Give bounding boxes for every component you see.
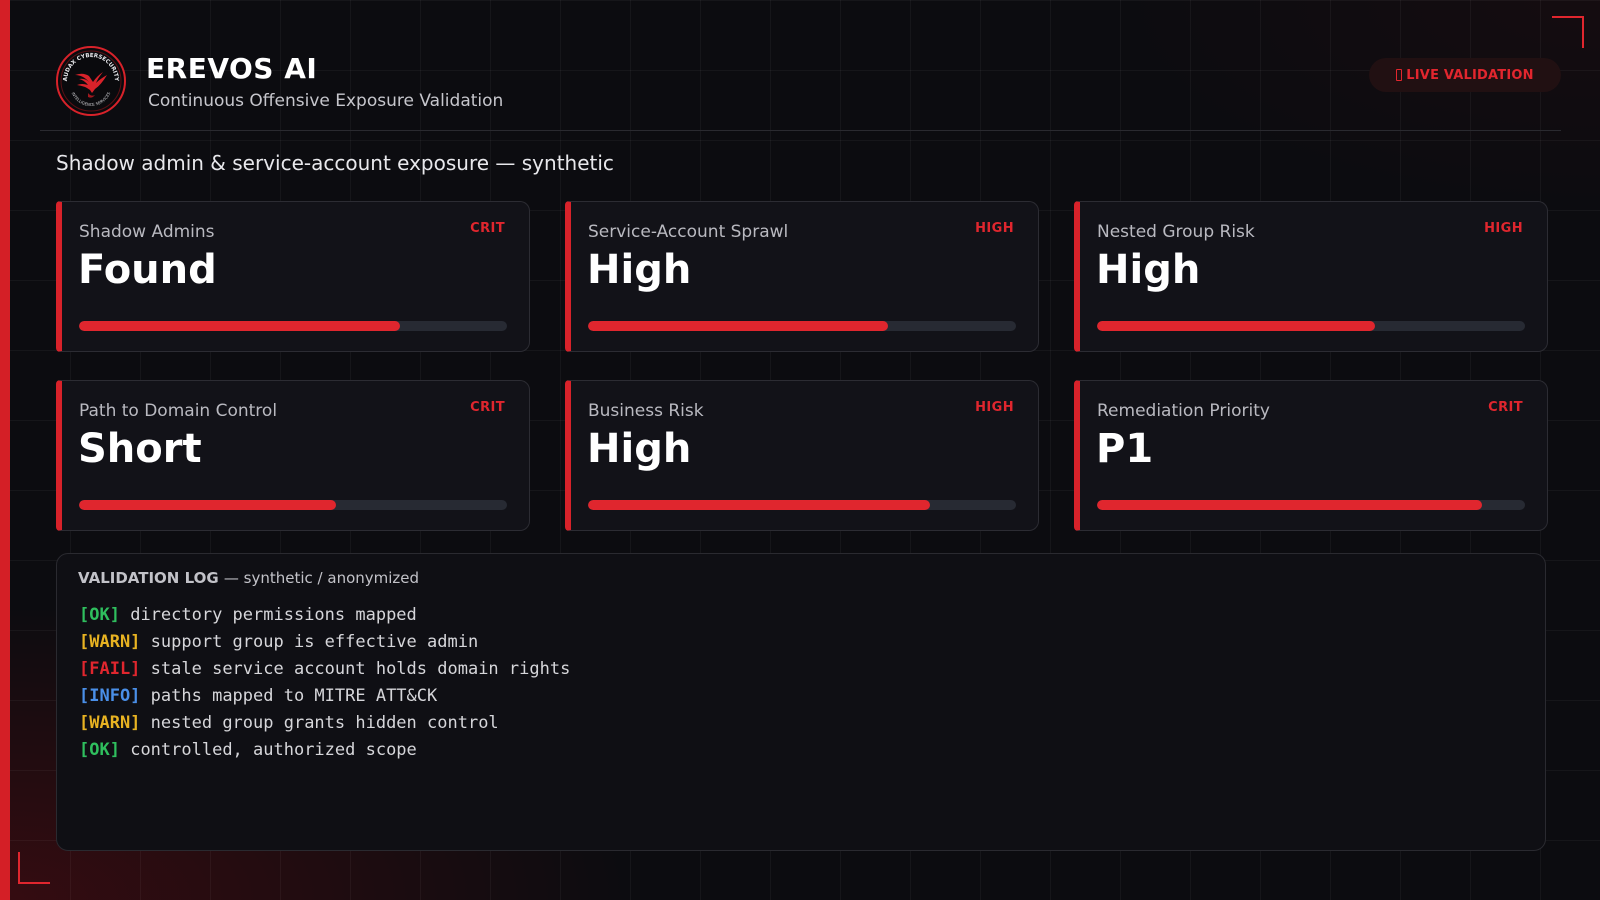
metric-card-shadow-admins: Shadow Admins CRIT Found (56, 201, 530, 352)
risk-bar (79, 321, 507, 331)
metric-card-nested-group-risk: Nested Group Risk HIGH High (1074, 201, 1548, 352)
section-title: Shadow admin & service-account exposure … (56, 151, 614, 175)
metric-card-business-risk: Business Risk HIGH High (565, 380, 1039, 531)
log-tag-ok: [OK] (79, 605, 120, 625)
risk-bar (1097, 321, 1525, 331)
live-indicator-icon (1396, 69, 1403, 81)
log-text: support group is effective admin (150, 632, 479, 652)
card-value: High (587, 247, 692, 293)
header: AUDAX CYBERSECURITY INTELLIGENCE SERVICE… (40, 0, 1561, 131)
log-line: [WARN] nested group grants hidden contro… (79, 710, 570, 737)
left-accent-bar (0, 0, 10, 900)
card-label: Remediation Priority (1097, 401, 1270, 421)
severity-badge: HIGH (975, 221, 1014, 236)
card-label: Shadow Admins (79, 222, 215, 242)
risk-bar-fill (79, 321, 400, 331)
log-title: VALIDATION LOG — synthetic / anonymized (78, 569, 419, 587)
metric-card-path-to-domain-control: Path to Domain Control CRIT Short (56, 380, 530, 531)
metric-card-remediation-priority: Remediation Priority CRIT P1 (1074, 380, 1548, 531)
log-line: [INFO] paths mapped to MITRE ATT&CK (79, 683, 570, 710)
log-tag-warn: [WARN] (79, 632, 141, 652)
log-tag-warn: [WARN] (79, 713, 141, 733)
risk-bar-fill (588, 321, 888, 331)
log-line: [FAIL] stale service account holds domai… (79, 656, 570, 683)
risk-bar (1097, 500, 1525, 510)
card-label: Nested Group Risk (1097, 222, 1255, 242)
risk-bar (588, 321, 1016, 331)
log-line: [OK] directory permissions mapped (79, 602, 570, 629)
risk-bar-fill (588, 500, 931, 510)
live-validation-label: LIVE VALIDATION (1406, 67, 1534, 83)
log-tag-info: [INFO] (79, 686, 141, 706)
severity-badge: CRIT (470, 221, 505, 236)
app-title: EREVOS AI (146, 52, 318, 85)
severity-badge: CRIT (1488, 400, 1523, 415)
app-subtitle: Continuous Offensive Exposure Validation (148, 91, 504, 111)
card-value: P1 (1096, 426, 1154, 472)
severity-badge: HIGH (1484, 221, 1523, 236)
log-lines: [OK] directory permissions mapped [WARN]… (79, 602, 570, 764)
card-label: Business Risk (588, 401, 704, 421)
log-text: stale service account holds domain right… (150, 659, 571, 679)
validation-log-panel: VALIDATION LOG — synthetic / anonymized … (56, 553, 1546, 851)
brand: EREVOS AI Continuous Offensive Exposure … (146, 52, 503, 112)
card-value: Found (78, 247, 217, 293)
corner-bracket-bottom-left (18, 852, 50, 884)
metric-card-service-account-sprawl: Service-Account Sprawl HIGH High (565, 201, 1039, 352)
card-value: High (587, 426, 692, 472)
card-label: Path to Domain Control (79, 401, 278, 421)
log-tag-fail: [FAIL] (79, 659, 141, 679)
log-title-main: VALIDATION LOG (78, 569, 219, 587)
log-text: paths mapped to MITRE ATT&CK (150, 686, 438, 706)
risk-bar (588, 500, 1016, 510)
log-title-suffix: — synthetic / anonymized (223, 569, 420, 587)
eagle-emblem-icon: AUDAX CYBERSECURITY INTELLIGENCE SERVICE… (55, 45, 127, 117)
risk-bar-fill (1097, 321, 1376, 331)
card-value: High (1096, 247, 1201, 293)
log-line: [OK] controlled, authorized scope (79, 737, 570, 764)
severity-badge: HIGH (975, 400, 1014, 415)
log-text: nested group grants hidden control (150, 713, 499, 733)
risk-bar (79, 500, 507, 510)
card-label: Service-Account Sprawl (588, 222, 789, 242)
severity-badge: CRIT (470, 400, 505, 415)
log-line: [WARN] support group is effective admin (79, 629, 570, 656)
risk-bar-fill (79, 500, 336, 510)
card-value: Short (78, 426, 202, 472)
live-validation-badge[interactable]: LIVE VALIDATION (1369, 58, 1561, 92)
log-text: directory permissions mapped (130, 605, 417, 625)
log-tag-ok: [OK] (79, 740, 120, 760)
risk-bar-fill (1097, 500, 1483, 510)
log-text: controlled, authorized scope (130, 740, 417, 760)
